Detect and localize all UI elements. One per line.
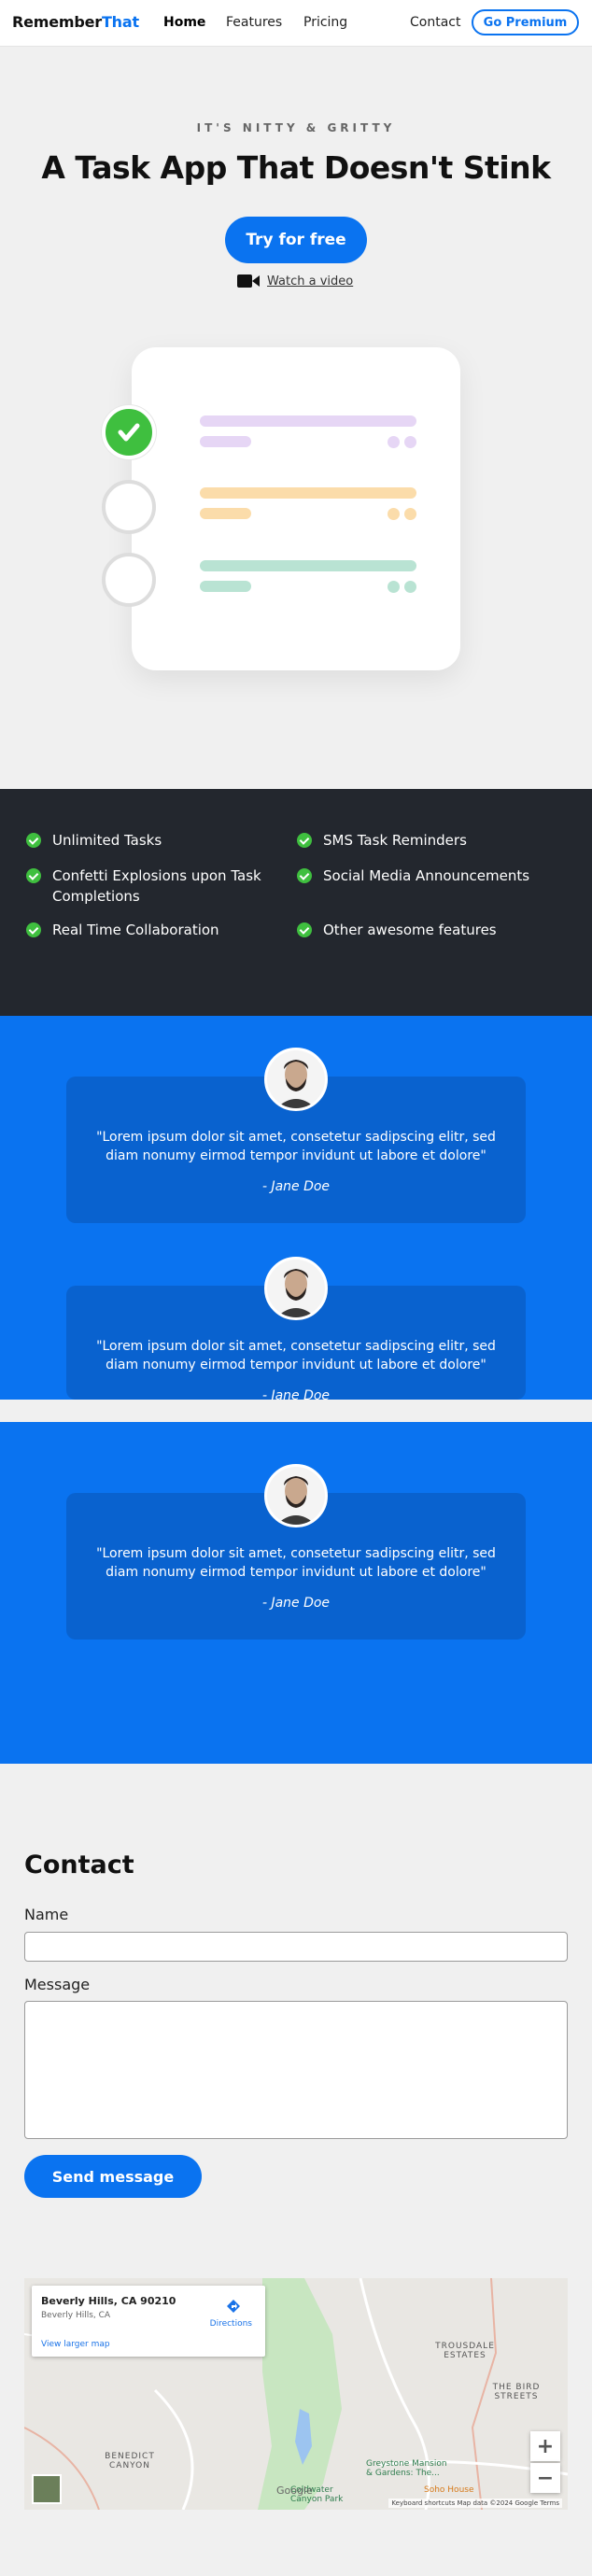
nav-link-pricing[interactable]: Pricing [303, 15, 347, 30]
task-dot [388, 581, 400, 593]
task-subbar [200, 581, 251, 592]
check-circle-icon [297, 922, 312, 937]
go-premium-button[interactable]: Go Premium [472, 9, 579, 35]
feature-item: Unlimited Tasks [26, 830, 269, 851]
map-satellite-toggle[interactable] [32, 2474, 62, 2504]
avatar [264, 1048, 328, 1111]
message-textarea[interactable] [24, 2001, 568, 2139]
feature-item: Real Time Collaboration [26, 920, 278, 940]
check-circle-icon [26, 922, 41, 937]
view-larger-map-link[interactable]: View larger map [41, 2340, 110, 2349]
brand-part1: Remember [12, 13, 102, 31]
map-label-benedict: BENEDICT CANYON [105, 2452, 155, 2470]
task-dot [404, 581, 416, 593]
testimonial-quote: "Lorem ipsum dolor sit amet, consetetur … [96, 1339, 496, 1372]
map-embed[interactable]: Beverly Hills, CA 90210 Beverly Hills, C… [24, 2278, 568, 2510]
testimonial-quote: "Lorem ipsum dolor sit amet, consetetur … [96, 1130, 496, 1163]
check-empty-icon [102, 480, 156, 534]
task-bar [200, 415, 416, 427]
check-circle-icon [297, 833, 312, 848]
features-section: Unlimited Tasks SMS Task Reminders Confe… [0, 789, 592, 1016]
watch-video-label: Watch a video [267, 274, 354, 289]
name-label: Name [24, 1906, 69, 1923]
task-subbar [200, 436, 251, 447]
task-illustration-card [102, 347, 460, 670]
check-circle-icon [297, 868, 312, 883]
video-camera-icon [237, 274, 260, 289]
try-for-free-button[interactable]: Try for free [225, 217, 367, 263]
map-label-soho: Soho House [424, 2485, 474, 2495]
feature-item: SMS Task Reminders [297, 830, 568, 851]
brand-part2: That [101, 13, 139, 31]
top-nav: RememberThat Home Features Pricing Conta… [0, 0, 592, 47]
task-dot [404, 436, 416, 448]
testimonial-author: - Jane Doe [261, 1596, 331, 1611]
map-label-bird-streets: THE BIRD STREETS [492, 2383, 541, 2401]
feature-label: Social Media Announcements [323, 867, 530, 884]
map-footer: Keyboard shortcuts Map data ©2024 Google… [388, 2499, 562, 2508]
task-dot [388, 508, 400, 520]
feature-item: Social Media Announcements [297, 866, 568, 886]
map-zoom-in-button[interactable]: + [530, 2431, 560, 2461]
watch-video-link[interactable]: Watch a video [237, 274, 353, 289]
feature-label: SMS Task Reminders [323, 832, 467, 849]
hero-title: A Task App That Doesn't Stink [41, 149, 551, 186]
testimonial-quote: "Lorem ipsum dolor sit amet, consetetur … [96, 1546, 496, 1580]
task-subbar [200, 508, 251, 519]
check-empty-icon [102, 553, 156, 607]
feature-label: Other awesome features [323, 922, 497, 938]
message-label: Message [24, 1976, 91, 1993]
contact-title: Contact [24, 1851, 134, 1879]
feature-label: Real Time Collaboration [52, 922, 219, 938]
map-place-sub: Beverly Hills, CA [41, 2311, 111, 2320]
check-circle-icon [26, 868, 41, 883]
avatar [264, 1257, 328, 1320]
directions-link[interactable]: Directions [210, 2319, 252, 2329]
testimonial-author: - Jane Doe [261, 1388, 331, 1400]
check-done-icon [102, 405, 156, 459]
map-label-trousdale: TROUSDALE ESTATES [435, 2342, 495, 2360]
name-input[interactable] [24, 1932, 568, 1962]
check-circle-icon [26, 833, 41, 848]
nav-link-home[interactable]: Home [163, 15, 205, 30]
feature-item: Confetti Explosions upon Task Completion… [26, 866, 278, 907]
brand-logo[interactable]: RememberThat [12, 13, 139, 31]
map-zoom-out-button[interactable]: − [530, 2463, 560, 2493]
map-google-logo: Google [276, 2485, 313, 2497]
nav-link-features[interactable]: Features [226, 15, 282, 30]
testimonial-author: - Jane Doe [261, 1179, 331, 1194]
feature-label: Unlimited Tasks [52, 832, 162, 849]
map-label-greystone: Greystone Mansion & Gardens: The... [366, 2459, 447, 2478]
nav-link-contact[interactable]: Contact [410, 15, 460, 30]
send-message-button[interactable]: Send message [24, 2155, 202, 2198]
task-bar [200, 560, 416, 571]
map-info-card: Beverly Hills, CA 90210 Beverly Hills, C… [32, 2286, 265, 2357]
task-dot [388, 436, 400, 448]
feature-label: Confetti Explosions upon Task Completion… [52, 867, 261, 905]
directions-icon[interactable] [226, 2299, 241, 2317]
hero-eyebrow: IT'S NITTY & GRITTY [196, 121, 396, 134]
task-dot [404, 508, 416, 520]
section-gap [0, 1400, 592, 1422]
feature-item: Other awesome features [297, 920, 568, 940]
avatar [264, 1464, 328, 1527]
map-place-title: Beverly Hills, CA 90210 [41, 2295, 176, 2307]
task-bar [200, 487, 416, 499]
